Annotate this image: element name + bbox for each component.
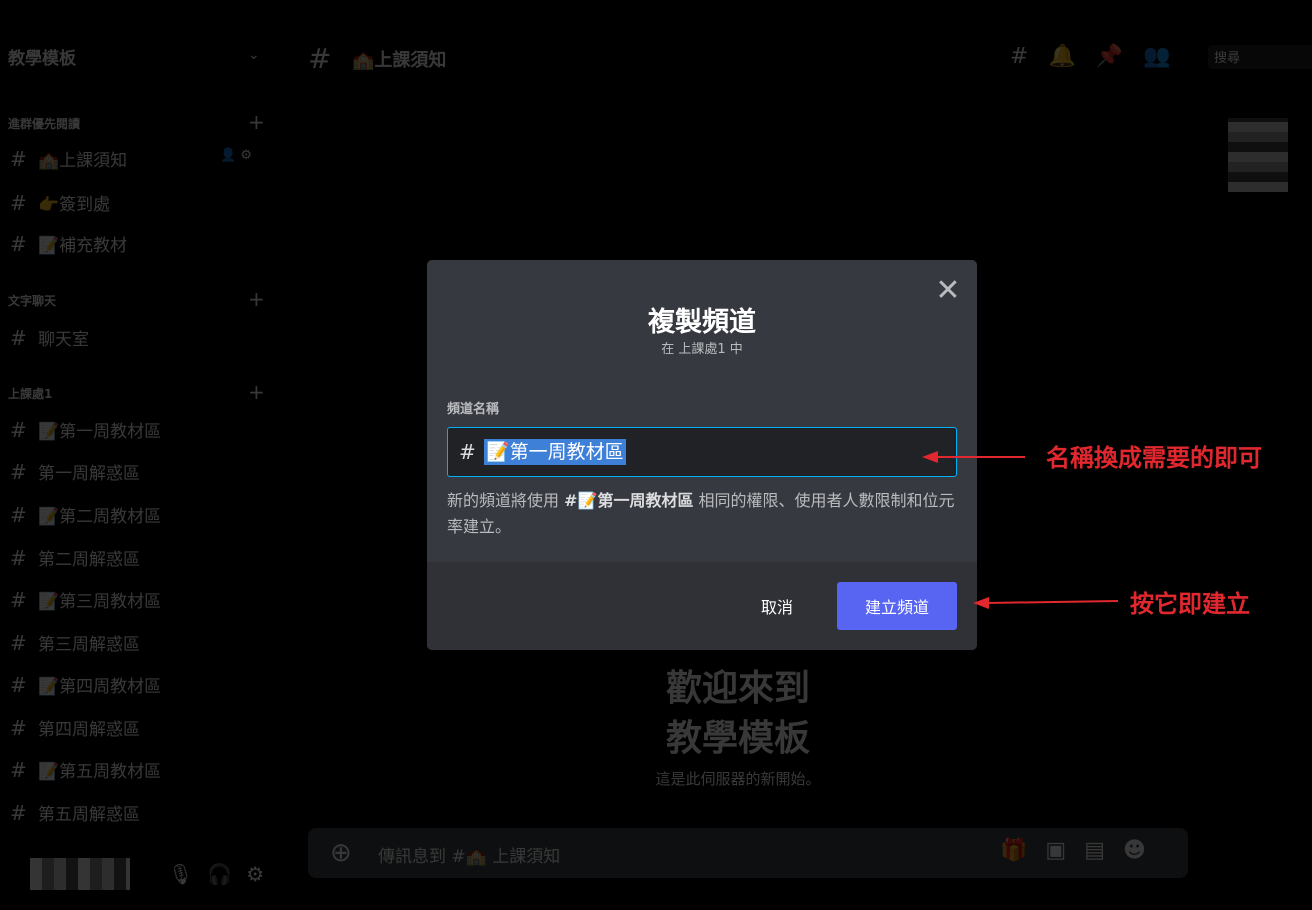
- annotation-create-hint: 按它即建立: [1130, 589, 1250, 618]
- arrow-head: [973, 597, 989, 609]
- arrow-line: [986, 600, 1119, 604]
- annotation-name-hint: 名稱換成需要的即可: [1046, 443, 1262, 472]
- arrow-head: [922, 451, 938, 463]
